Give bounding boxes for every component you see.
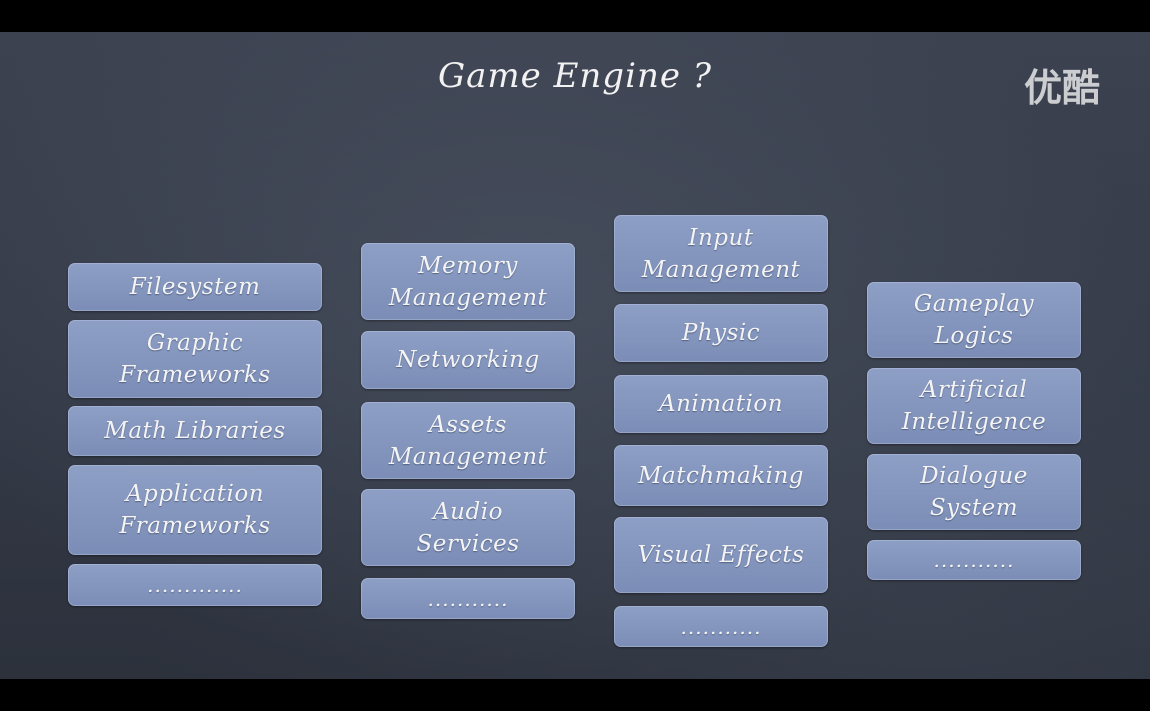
box-memory-management: Memory Management	[361, 243, 575, 320]
youku-watermark: 优酷	[1023, 66, 1100, 110]
box-more-col4: ...........	[867, 540, 1081, 580]
box-artificial-intelligence: Artificial Intelligence	[867, 368, 1081, 444]
box-more-col3: ...........	[614, 606, 828, 647]
box-input-management: Input Management	[614, 215, 828, 292]
box-more-col1: .............	[68, 564, 322, 606]
letterbox-top	[0, 0, 1150, 32]
slide-title: Game Engine ?	[437, 56, 712, 96]
box-math-libraries: Math Libraries	[68, 406, 322, 456]
box-gameplay-logics: Gameplay Logics	[867, 282, 1081, 358]
box-visual-effects: Visual Effects	[614, 517, 828, 593]
box-assets-management: Assets Management	[361, 402, 575, 479]
box-physic: Physic	[614, 304, 828, 362]
box-graphic-frameworks: Graphic Frameworks	[68, 320, 322, 398]
box-animation: Animation	[614, 375, 828, 433]
box-networking: Networking	[361, 331, 575, 389]
box-matchmaking: Matchmaking	[614, 445, 828, 506]
box-audio-services: Audio Services	[361, 489, 575, 566]
box-filesystem: Filesystem	[68, 263, 322, 311]
letterbox-bottom	[0, 679, 1150, 711]
box-dialogue-system: Dialogue System	[867, 454, 1081, 530]
box-application-frameworks: Application Frameworks	[68, 465, 322, 555]
box-more-col2: ...........	[361, 578, 575, 619]
